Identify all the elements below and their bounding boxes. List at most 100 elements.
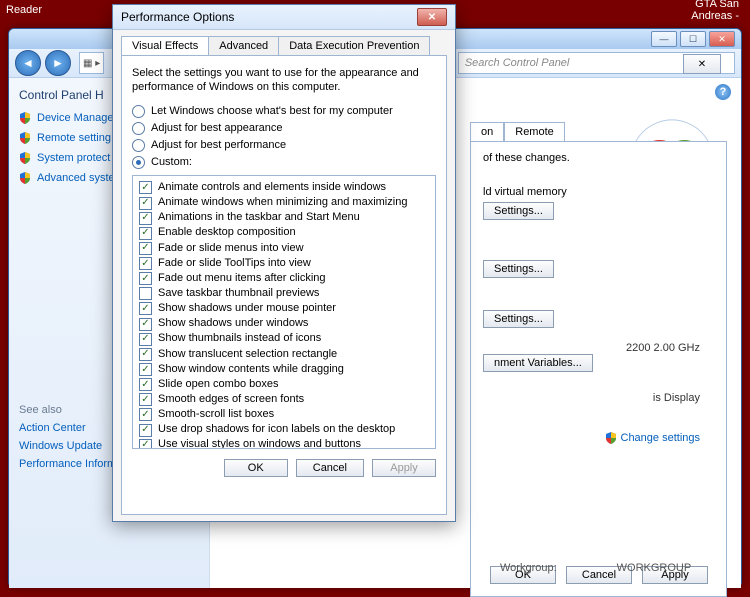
radio-option[interactable]: Adjust for best performance bbox=[132, 139, 436, 152]
maximize-button[interactable]: ☐ bbox=[680, 31, 706, 47]
sysprops-text-2: ld virtual memory bbox=[483, 186, 714, 198]
tab-visual-effects[interactable]: Visual Effects bbox=[121, 36, 209, 55]
checkbox-option[interactable]: Animate windows when minimizing and maxi… bbox=[139, 196, 429, 210]
radio-label: Adjust for best performance bbox=[151, 139, 286, 151]
checkbox-label: Use drop shadows for icon labels on the … bbox=[158, 423, 395, 437]
taskbar-item-gta[interactable]: GTA San Andreas - bbox=[685, 0, 745, 20]
checkbox-label: Fade or slide menus into view bbox=[158, 242, 304, 256]
checkbox-icon bbox=[139, 439, 152, 449]
checkbox-option[interactable]: Use drop shadows for icon labels on the … bbox=[139, 423, 429, 437]
radio-icon bbox=[132, 156, 145, 169]
workgroup-label: Workgroup: bbox=[500, 562, 557, 574]
radio-label: Let Windows choose what's best for my co… bbox=[151, 105, 393, 117]
performance-options-dialog: Performance Options ✕ Visual Effects Adv… bbox=[112, 4, 456, 522]
radio-option[interactable]: Let Windows choose what's best for my co… bbox=[132, 105, 436, 118]
radio-option[interactable]: Adjust for best appearance bbox=[132, 122, 436, 135]
workgroup-row: Workgroup: WORKGROUP bbox=[500, 562, 691, 574]
sysprops-panel: of these changes. ld virtual memory Sett… bbox=[470, 141, 727, 597]
shield-icon bbox=[19, 172, 31, 184]
radio-label: Adjust for best appearance bbox=[151, 122, 282, 134]
checkbox-option[interactable]: Smooth-scroll list boxes bbox=[139, 408, 429, 422]
dialog-titlebar[interactable]: Performance Options ✕ bbox=[113, 5, 455, 30]
tab-dep[interactable]: Data Execution Prevention bbox=[278, 36, 430, 55]
settings-button-1[interactable]: Settings... bbox=[483, 202, 554, 220]
effects-checklist[interactable]: Animate controls and elements inside win… bbox=[132, 175, 436, 449]
change-settings-link[interactable]: Change settings bbox=[605, 432, 701, 444]
change-settings-label: Change settings bbox=[621, 432, 701, 444]
checkbox-icon bbox=[139, 272, 152, 285]
checkbox-option[interactable]: Fade or slide ToolTips into view bbox=[139, 257, 429, 271]
shield-icon bbox=[605, 432, 617, 444]
checkbox-icon bbox=[139, 393, 152, 406]
sidebar-link-label: Advanced syste bbox=[37, 172, 115, 184]
checkbox-option[interactable]: Show shadows under windows bbox=[139, 317, 429, 331]
checkbox-option[interactable]: Show thumbnails instead of icons bbox=[139, 332, 429, 346]
checkbox-option[interactable]: Use visual styles on windows and buttons bbox=[139, 438, 429, 448]
checkbox-label: Animate windows when minimizing and maxi… bbox=[158, 196, 407, 210]
checkbox-option[interactable]: Animate controls and elements inside win… bbox=[139, 181, 429, 195]
checkbox-label: Use visual styles on windows and buttons bbox=[158, 438, 361, 448]
checkbox-option[interactable]: Fade or slide menus into view bbox=[139, 242, 429, 256]
checkbox-option[interactable]: Show translucent selection rectangle bbox=[139, 348, 429, 362]
checkbox-icon bbox=[139, 348, 152, 361]
dialog-close-button[interactable]: ✕ bbox=[417, 8, 447, 26]
help-icon[interactable]: ? bbox=[715, 84, 731, 100]
sysprops-close-button[interactable]: ✕ bbox=[683, 54, 721, 74]
checkbox-icon bbox=[139, 318, 152, 331]
panel-description: Select the settings you want to use for … bbox=[132, 66, 436, 95]
checkbox-option[interactable]: Fade out menu items after clicking bbox=[139, 272, 429, 286]
forward-button[interactable]: ► bbox=[45, 50, 71, 76]
checkbox-icon bbox=[139, 333, 152, 346]
radio-label: Custom: bbox=[151, 156, 192, 168]
breadcrumb-control[interactable]: ▦ ▸ bbox=[79, 52, 104, 74]
checkbox-label: Slide open combo boxes bbox=[158, 378, 278, 392]
checkbox-option[interactable]: Save taskbar thumbnail previews bbox=[139, 287, 429, 301]
display-info: is Display bbox=[653, 392, 700, 404]
checkbox-icon bbox=[139, 227, 152, 240]
close-button[interactable]: ✕ bbox=[709, 31, 735, 47]
checkbox-label: Animate controls and elements inside win… bbox=[158, 181, 386, 195]
checkbox-option[interactable]: Show shadows under mouse pointer bbox=[139, 302, 429, 316]
checkbox-label: Show thumbnails instead of icons bbox=[158, 332, 321, 346]
checkbox-icon bbox=[139, 197, 152, 210]
checkbox-option[interactable]: Smooth edges of screen fonts bbox=[139, 393, 429, 407]
sidebar-link-label: Device Manage bbox=[37, 112, 113, 124]
radio-icon bbox=[132, 139, 145, 152]
cpu-info: 2200 2.00 GHz bbox=[626, 342, 700, 354]
checkbox-label: Show window contents while dragging bbox=[158, 363, 344, 377]
checkbox-label: Enable desktop composition bbox=[158, 226, 296, 240]
checkbox-icon bbox=[139, 408, 152, 421]
tab-advanced[interactable]: Advanced bbox=[208, 36, 279, 55]
sysprops-text-1: of these changes. bbox=[483, 152, 714, 164]
checkbox-label: Animations in the taskbar and Start Menu bbox=[158, 211, 360, 225]
checkbox-option[interactable]: Show window contents while dragging bbox=[139, 363, 429, 377]
minimize-button[interactable]: — bbox=[651, 31, 677, 47]
checkbox-icon bbox=[139, 378, 152, 391]
checkbox-option[interactable]: Slide open combo boxes bbox=[139, 378, 429, 392]
back-button[interactable]: ◄ bbox=[15, 50, 41, 76]
checkbox-option[interactable]: Animations in the taskbar and Start Menu bbox=[139, 211, 429, 225]
sysprops-tabs: on Remote bbox=[470, 122, 565, 141]
checkbox-icon bbox=[139, 181, 152, 194]
settings-button-3[interactable]: Settings... bbox=[483, 310, 554, 328]
radio-option[interactable]: Custom: bbox=[132, 156, 436, 169]
checkbox-icon bbox=[139, 302, 152, 315]
checkbox-label: Fade out menu items after clicking bbox=[158, 272, 326, 286]
checkbox-label: Save taskbar thumbnail previews bbox=[158, 287, 319, 301]
environment-variables-button[interactable]: nment Variables... bbox=[483, 354, 593, 372]
perf-ok-button[interactable]: OK bbox=[224, 459, 288, 477]
taskbar-item-reader[interactable]: Reader bbox=[0, 0, 48, 20]
checkbox-icon bbox=[139, 257, 152, 270]
workgroup-value: WORKGROUP bbox=[617, 562, 692, 574]
settings-button-2[interactable]: Settings... bbox=[483, 260, 554, 278]
tab-protection[interactable]: on bbox=[470, 122, 504, 141]
checkbox-icon bbox=[139, 242, 152, 255]
checkbox-option[interactable]: Enable desktop composition bbox=[139, 226, 429, 240]
tab-remote[interactable]: Remote bbox=[504, 122, 565, 141]
dialog-title: Performance Options bbox=[121, 10, 234, 24]
perf-cancel-button[interactable]: Cancel bbox=[296, 459, 364, 477]
perf-apply-button[interactable]: Apply bbox=[372, 459, 436, 477]
checkbox-label: Fade or slide ToolTips into view bbox=[158, 257, 311, 271]
checkbox-label: Smooth-scroll list boxes bbox=[158, 408, 274, 422]
radio-icon bbox=[132, 105, 145, 118]
